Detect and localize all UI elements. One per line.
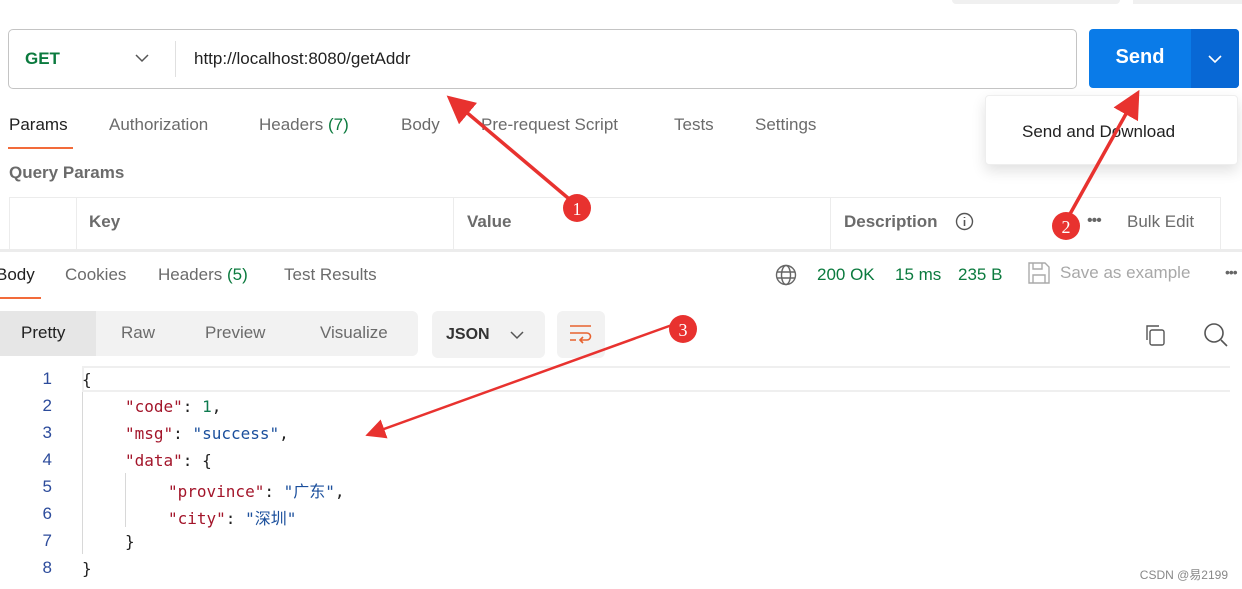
- code-line-3: "msg": "success",: [125, 424, 289, 443]
- view-preview[interactable]: Preview: [205, 323, 265, 343]
- tab-label: Headers: [158, 265, 223, 284]
- code-line-6: "city": "深圳": [168, 509, 297, 528]
- json-number: 1: [202, 397, 212, 416]
- info-icon[interactable]: [955, 212, 974, 231]
- json-key: "msg": [125, 424, 174, 443]
- url-bar: [8, 29, 1077, 89]
- send-label: Send: [1115, 46, 1165, 68]
- view-raw[interactable]: Raw: [121, 323, 155, 343]
- format-select[interactable]: JSON: [432, 311, 545, 358]
- status-code[interactable]: 200 OK: [817, 265, 875, 285]
- tab-settings[interactable]: Settings: [755, 115, 816, 135]
- top-button-2[interactable]: [1133, 0, 1242, 4]
- line-number: 4: [42, 450, 52, 469]
- tab-params[interactable]: Params: [9, 115, 68, 135]
- chevron-down-icon: [1208, 55, 1222, 64]
- copy-icon[interactable]: [1143, 323, 1167, 347]
- active-tab-indicator: [0, 297, 41, 299]
- line-number: 2: [42, 396, 52, 415]
- column-key: Key: [89, 212, 121, 231]
- annotation-badge-3: [669, 315, 697, 343]
- headers-count: (5): [227, 265, 248, 284]
- watermark: CSDN @易2199: [1139, 568, 1228, 582]
- search-icon[interactable]: [1203, 322, 1229, 348]
- tab-headers[interactable]: Headers (7): [259, 115, 349, 135]
- divider: [175, 41, 176, 77]
- code-line-7: }: [125, 532, 135, 551]
- top-button-1[interactable]: [952, 0, 1120, 4]
- json-string: "广东": [283, 482, 335, 501]
- wrap-lines-button[interactable]: [557, 311, 605, 358]
- format-label: JSON: [446, 326, 490, 343]
- active-line-highlight: [82, 366, 1230, 392]
- column-divider: [453, 198, 454, 251]
- view-visualize[interactable]: Visualize: [320, 323, 388, 343]
- json-key: "province": [168, 482, 265, 501]
- bulk-edit-button[interactable]: Bulk Edit: [1127, 212, 1194, 232]
- code-line-8: }: [82, 559, 92, 578]
- headers-count: (7): [328, 115, 349, 134]
- line-number: 5: [42, 477, 52, 496]
- indent-guide: [125, 473, 126, 527]
- response-tab-test-results[interactable]: Test Results: [284, 265, 377, 285]
- column-divider: [76, 198, 77, 251]
- tab-pre-request-script[interactable]: Pre-request Script: [481, 115, 618, 135]
- line-number: 6: [42, 504, 52, 523]
- save-as-example-button[interactable]: Save as example: [1060, 263, 1190, 283]
- line-number: 8: [42, 558, 52, 577]
- tab-label: Headers: [259, 115, 324, 134]
- line-number: 1: [42, 369, 52, 388]
- response-time[interactable]: 15 ms: [895, 265, 941, 285]
- json-key: "city": [168, 509, 226, 528]
- tab-authorization[interactable]: Authorization: [109, 115, 208, 135]
- more-options-icon[interactable]: •••: [1087, 212, 1102, 230]
- send-button[interactable]: Send: [1089, 29, 1239, 88]
- response-size[interactable]: 235 B: [958, 265, 1002, 285]
- tab-tests[interactable]: Tests: [674, 115, 714, 135]
- tab-body[interactable]: Body: [401, 115, 440, 135]
- code-line-5: "province": "广东",: [168, 482, 345, 501]
- line-number: 3: [42, 423, 52, 442]
- json-key: "data": [125, 451, 183, 470]
- response-tab-cookies[interactable]: Cookies: [65, 265, 126, 285]
- menu-item-send-and-download[interactable]: Send and Download: [1022, 122, 1175, 142]
- json-brace: {: [202, 451, 212, 470]
- save-icon[interactable]: [1028, 262, 1050, 284]
- indent-guide: [82, 392, 83, 554]
- response-tab-body[interactable]: Body: [0, 265, 35, 285]
- send-options-button[interactable]: [1191, 29, 1239, 88]
- send-dropdown-menu: Send and Download: [985, 95, 1238, 165]
- json-string: "success": [192, 424, 280, 443]
- more-options-icon[interactable]: •••: [1225, 264, 1238, 280]
- annotation-number: 3: [679, 320, 688, 340]
- active-tab-indicator: [8, 147, 73, 149]
- url-input[interactable]: http://localhost:8080/getAddr: [194, 49, 410, 69]
- method-select[interactable]: GET: [25, 49, 60, 69]
- code-line-4: "data": {: [125, 451, 212, 470]
- json-key: "code": [125, 397, 183, 416]
- column-value: Value: [467, 212, 512, 231]
- params-table-header: [9, 197, 1221, 251]
- response-tab-headers[interactable]: Headers (5): [158, 265, 248, 285]
- wrap-lines-icon: [570, 325, 592, 344]
- chevron-down-icon: [510, 331, 524, 340]
- json-string: "深圳": [245, 509, 297, 528]
- chevron-down-icon[interactable]: [135, 53, 149, 63]
- globe-icon[interactable]: [775, 264, 797, 286]
- code-line-1: {: [82, 370, 92, 389]
- view-pretty[interactable]: Pretty: [21, 323, 65, 343]
- column-divider: [830, 198, 831, 251]
- code-line-2: "code": 1,: [125, 397, 222, 416]
- query-params-title: Query Params: [9, 163, 125, 182]
- pane-divider[interactable]: [0, 249, 1242, 252]
- column-description: Description: [844, 212, 938, 231]
- line-number: 7: [42, 531, 52, 550]
